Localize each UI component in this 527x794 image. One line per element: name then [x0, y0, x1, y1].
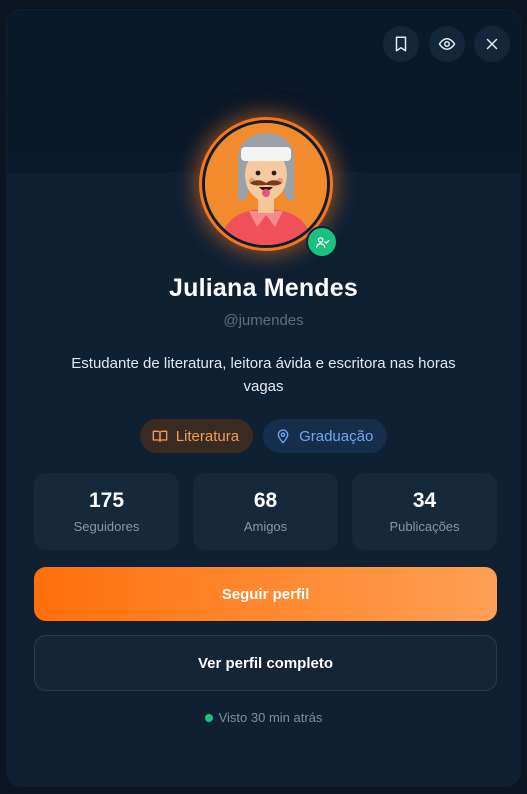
profile-tags: Literatura Graduação — [7, 419, 520, 453]
eye-icon — [438, 37, 456, 51]
book-open-icon — [152, 430, 168, 442]
profile-handle: @jumendes — [223, 312, 304, 329]
avatar-illustration — [205, 123, 327, 245]
follow-button[interactable]: Seguir perfil — [34, 567, 497, 621]
stat-label: Publicações — [389, 519, 460, 534]
stat-value: 34 — [412, 489, 437, 512]
stat-friends[interactable]: 68 Amigos — [193, 473, 338, 550]
profile-bio: Estudante de literatura, leitora ávida e… — [71, 355, 456, 395]
map-pin-icon — [277, 429, 289, 444]
bookmark-icon — [395, 36, 407, 52]
tag-literatura[interactable]: Literatura — [139, 419, 254, 453]
stat-value: 68 — [253, 489, 278, 512]
follow-status-badge — [306, 226, 338, 258]
stat-posts[interactable]: 34 Publicações — [352, 473, 497, 550]
last-seen: Visto 30 min atrás — [7, 710, 520, 725]
online-status-dot — [204, 713, 213, 722]
close-icon — [486, 38, 498, 50]
view-profile-button[interactable]: Ver perfil completo — [34, 635, 497, 691]
close-button[interactable] — [474, 26, 510, 62]
profile-stats: 175 Seguidores 68 Amigos 34 Publicações — [34, 473, 497, 550]
stat-label: Amigos — [243, 519, 288, 534]
last-seen-text: Visto 30 min atrás — [218, 710, 323, 725]
tag-label: Literatura — [175, 427, 240, 445]
avatar-container — [202, 120, 338, 258]
tag-graduacao[interactable]: Graduação — [263, 419, 388, 453]
profile-name: Juliana Mendes — [169, 274, 358, 302]
stat-followers[interactable]: 175 Seguidores — [34, 473, 179, 550]
user-check-icon — [315, 236, 329, 248]
profile-card: Juliana Mendes @jumendes Estudante de li… — [7, 10, 520, 786]
stat-label: Seguidores — [73, 519, 140, 534]
tag-label: Graduação — [299, 427, 374, 445]
stat-value: 175 — [88, 489, 125, 512]
view-button[interactable] — [429, 26, 465, 62]
bookmark-button[interactable] — [383, 26, 419, 62]
